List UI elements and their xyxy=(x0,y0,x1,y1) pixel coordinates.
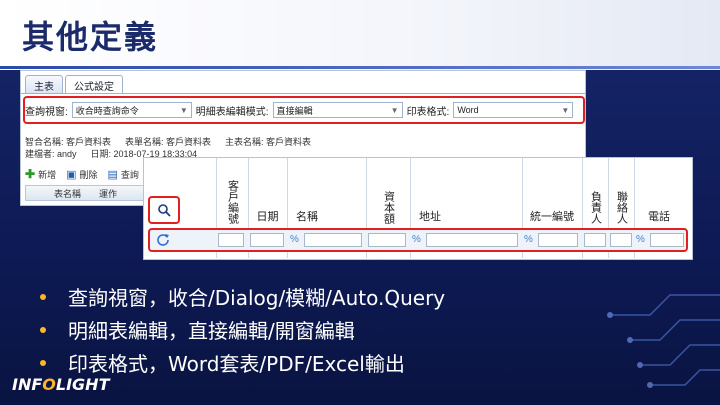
bullet-dot-icon xyxy=(40,359,46,366)
grid-header-cell: 運作 xyxy=(99,188,118,199)
query-label: 查詢 xyxy=(120,169,139,180)
query-button[interactable]: ▤ 查詢 xyxy=(108,168,139,181)
bullet-text: 明細表編輯，直接編輯/開窗編輯 xyxy=(68,319,355,343)
query-icon: ▤ xyxy=(107,168,118,181)
info-text: 主表名稱: 客戶資料表 xyxy=(225,137,312,147)
plus-icon: ✚ xyxy=(25,167,36,181)
circuit-decoration-icon xyxy=(607,294,720,388)
search-button[interactable] xyxy=(148,196,180,224)
col-header-capital[interactable]: 資本額 xyxy=(366,158,410,228)
col-header-owner[interactable]: 負責人 xyxy=(582,158,608,228)
header-divider xyxy=(0,66,720,69)
bullet-dot-icon xyxy=(40,326,46,333)
col-header-customer-no[interactable]: 客戶編號 xyxy=(218,158,246,228)
col-header-date[interactable]: 日期 xyxy=(248,158,287,228)
bullet-text: 印表格式，Word套表/PDF/Excel輸出 xyxy=(68,352,405,376)
tab-divider xyxy=(21,93,585,94)
delete-button[interactable]: ▣ 刪除 xyxy=(66,168,97,181)
col-header-tax-id[interactable]: 統一編號 xyxy=(522,158,582,228)
search-icon xyxy=(158,204,171,217)
slide-header: 其他定義 xyxy=(0,0,720,70)
grid-header-cell: 表名稱 xyxy=(54,188,82,199)
bullet-text: 查詢視窗，收合/Dialog/模糊/Auto.Query xyxy=(68,286,446,310)
add-label: 新增 xyxy=(38,169,57,180)
company-logo: INFOLIGHT xyxy=(12,375,110,394)
delete-icon: ▣ xyxy=(66,168,77,181)
bullet-dot-icon xyxy=(40,293,46,300)
delete-label: 刪除 xyxy=(79,169,98,180)
col-header-phone[interactable]: 電話 xyxy=(634,158,684,228)
info-text: 建檔者: andy xyxy=(25,149,77,159)
filter-row-highlight-box xyxy=(148,228,688,252)
slide-title: 其他定義 xyxy=(22,18,159,56)
tab-bar: 主表 公式設定 xyxy=(25,75,123,93)
options-highlight-box xyxy=(23,96,585,124)
col-header-address[interactable]: 地址 xyxy=(410,158,450,228)
tab-formula[interactable]: 公式設定 xyxy=(65,75,123,93)
col-header-name[interactable]: 名稱 xyxy=(287,158,327,228)
col-header-contact[interactable]: 聯絡人 xyxy=(608,158,634,228)
grid-screenshot: 客戶編號 日期 名稱 資本額 地址 統一編號 負責人 聯絡人 電話 % % % … xyxy=(143,157,693,260)
tab-main[interactable]: 主表 xyxy=(25,75,63,93)
add-button[interactable]: ✚ 新增 xyxy=(25,167,56,181)
toolbar: ✚ 新增 ▣ 刪除 ▤ 查詢 xyxy=(25,167,139,181)
